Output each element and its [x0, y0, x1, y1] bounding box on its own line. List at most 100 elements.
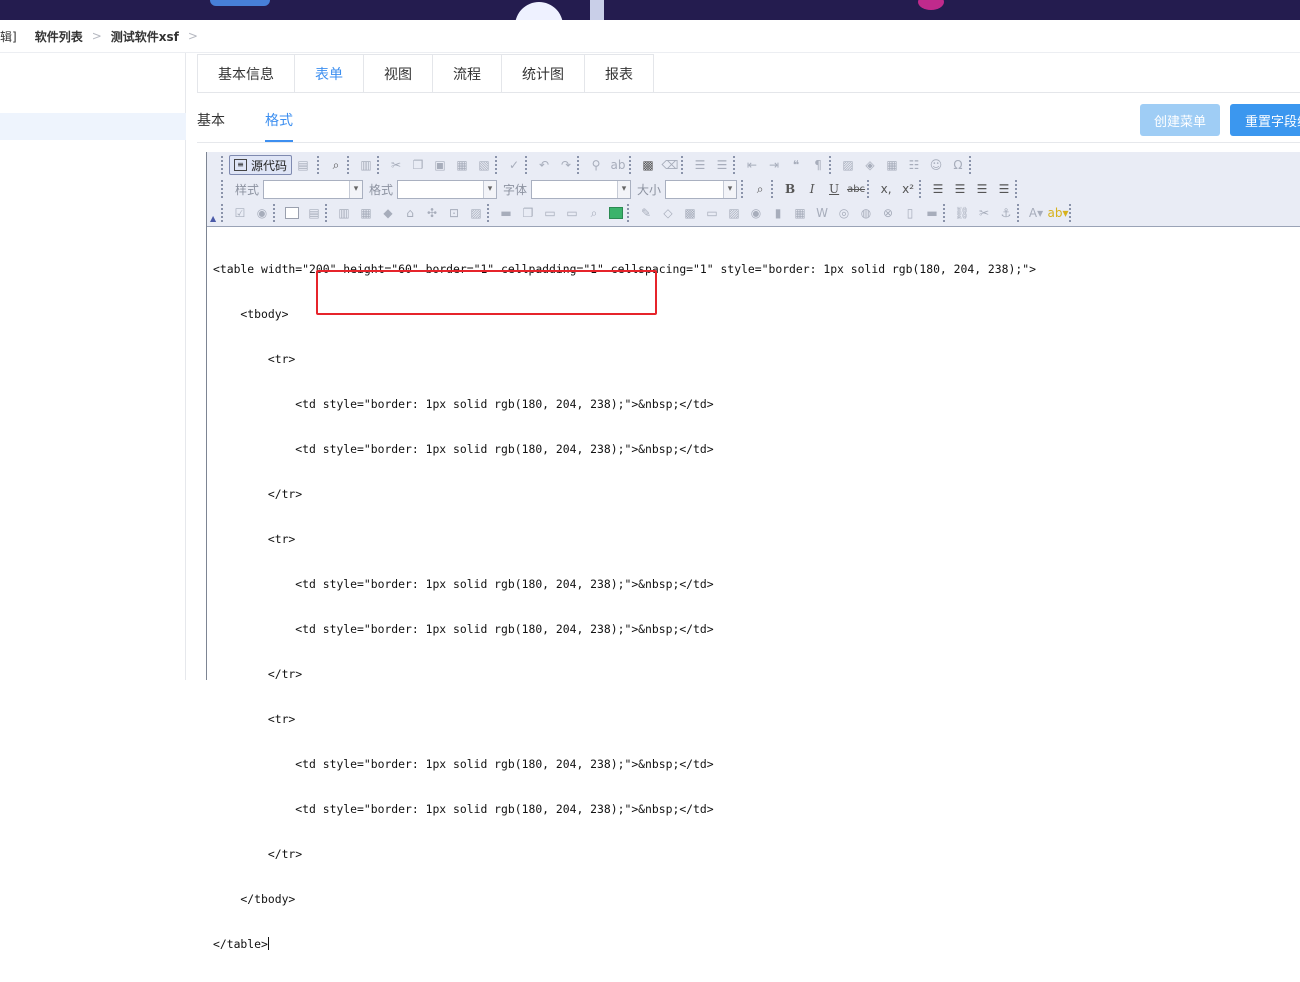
outdent-icon[interactable]: ⇤ — [741, 155, 763, 175]
source-code-label: 源代码 — [251, 158, 288, 173]
image-icon[interactable]: ▨ — [837, 155, 859, 175]
align-justify-icon[interactable]: ☰ — [993, 179, 1015, 199]
indent-icon[interactable]: ⇥ — [763, 155, 785, 175]
stop-icon[interactable]: ⊗ — [877, 203, 899, 223]
qrcode-icon[interactable]: ▦ — [789, 203, 811, 223]
collapse-toolbar-icon[interactable]: ▲ — [210, 214, 216, 223]
select-all-icon[interactable]: ▩ — [637, 155, 659, 175]
strikethrough-icon[interactable]: abc — [845, 179, 867, 199]
link-icon[interactable]: ⛓ — [951, 203, 973, 223]
hr-field-icon[interactable]: ▬ — [921, 203, 943, 223]
list-field-icon[interactable]: ▥ — [333, 203, 355, 223]
sidebar-item-active[interactable] — [0, 113, 186, 140]
superscript-icon[interactable]: x² — [897, 179, 919, 199]
align-left-icon[interactable]: ☰ — [927, 179, 949, 199]
div-container-icon[interactable]: ¶ — [807, 155, 829, 175]
bank-icon[interactable]: ⌂ — [399, 203, 421, 223]
search-field-icon[interactable]: ⌕ — [583, 203, 605, 223]
style-select[interactable]: ▾ — [263, 179, 364, 199]
checkbox-field-icon[interactable]: ☑ — [229, 203, 251, 223]
spellcheck-icon[interactable]: ✓ — [503, 155, 525, 175]
reset-fields-button[interactable]: 重置字段组 — [1230, 104, 1300, 136]
flash-icon[interactable]: ◈ — [859, 155, 881, 175]
create-menu-button[interactable]: 创建菜单 — [1140, 104, 1220, 136]
subtab-format[interactable]: 格式 — [265, 104, 293, 142]
font-select[interactable]: ▾ — [531, 179, 632, 199]
format-select[interactable]: ▾ — [397, 179, 498, 199]
tab-report[interactable]: 报表 — [584, 54, 654, 93]
find-icon[interactable]: ⚲ — [585, 155, 607, 175]
horizontal-rule-icon[interactable]: ☷ — [903, 155, 925, 175]
paste-text-icon[interactable]: ▦ — [451, 155, 473, 175]
word-icon[interactable]: W — [811, 203, 833, 223]
radio-field-icon[interactable]: ◉ — [251, 203, 273, 223]
editor-toolbar: ≡ 源代码 ▤ ⌕ ▥ ✂ ❐ ▣ ▦ ▧ ✓ ↶ ↷ ⚲ ab ▩ ⌫ ☰ ☰… — [207, 152, 1300, 227]
subscript-icon[interactable]: x, — [875, 179, 897, 199]
unlink-icon[interactable]: ✂ — [973, 203, 995, 223]
camera-icon[interactable]: ◎ — [833, 203, 855, 223]
picture-icon[interactable]: ▩ — [679, 203, 701, 223]
calendar-icon[interactable]: ▦ — [355, 203, 377, 223]
textarea-field-icon[interactable]: ▤ — [303, 203, 325, 223]
breadcrumb-partial[interactable]: 辑] — [0, 28, 17, 45]
toolbar-separator — [317, 156, 321, 174]
code-line-last: </table> — [213, 937, 1300, 952]
tab-basic-info[interactable]: 基本信息 — [197, 54, 294, 93]
source-code-button[interactable]: ≡ 源代码 — [229, 155, 293, 175]
undo-icon[interactable]: ↶ — [533, 155, 555, 175]
text-color-icon[interactable]: A▾ — [1025, 203, 1047, 223]
save-doc-icon[interactable]: ▤ — [292, 155, 314, 175]
bold-icon[interactable]: B — [779, 179, 801, 199]
grid-field-icon[interactable] — [605, 203, 627, 223]
special-char-icon[interactable]: Ω — [947, 155, 969, 175]
align-center-icon[interactable]: ☰ — [949, 179, 971, 199]
redo-icon[interactable]: ↷ — [555, 155, 577, 175]
doc-field-icon[interactable]: ▭ — [539, 203, 561, 223]
location-icon[interactable]: ◉ — [745, 203, 767, 223]
toolbar-row-2: 样式 ▾ 格式 ▾ 字体 ▾ 大小 ▾ ⌕ B I U abc x, x² ☰ … — [221, 178, 1023, 200]
anchor-icon[interactable]: ⚓ — [995, 203, 1017, 223]
image-field-icon[interactable]: ▨ — [465, 203, 487, 223]
numbered-list-icon[interactable]: ☰ — [689, 155, 711, 175]
copy-field-icon[interactable]: ❐ — [517, 203, 539, 223]
preview-icon[interactable]: ⌕ — [325, 155, 347, 175]
underline-icon[interactable]: U — [823, 179, 845, 199]
paste-word-icon[interactable]: ▧ — [473, 155, 495, 175]
number-field-icon[interactable]: ▯ — [899, 203, 921, 223]
text-field-icon[interactable] — [281, 203, 303, 223]
background-color-icon[interactable]: ab▾ — [1047, 203, 1069, 223]
bulleted-list-icon[interactable]: ☰ — [711, 155, 733, 175]
tab-flow[interactable]: 流程 — [432, 54, 501, 93]
link-field-icon[interactable]: ✣ — [421, 203, 443, 223]
blockquote-icon[interactable]: ❝ — [785, 155, 807, 175]
color-wheel-icon[interactable]: ◍ — [855, 203, 877, 223]
map-icon[interactable]: ▨ — [723, 203, 745, 223]
screen-icon[interactable]: ▭ — [701, 203, 723, 223]
paste-icon[interactable]: ▣ — [429, 155, 451, 175]
crop-icon[interactable]: ⊡ — [443, 203, 465, 223]
microphone-icon[interactable]: ▮ — [767, 203, 789, 223]
copy-icon[interactable]: ❐ — [407, 155, 429, 175]
tab-form[interactable]: 表单 — [294, 54, 363, 93]
tag-icon[interactable]: ◆ — [377, 203, 399, 223]
toolbar-separator — [1017, 204, 1021, 222]
smiley-icon[interactable]: ☺ — [925, 155, 947, 175]
pen-icon[interactable]: ✎ — [635, 203, 657, 223]
template-icon[interactable]: ▥ — [355, 155, 377, 175]
replace-icon[interactable]: ab — [607, 155, 629, 175]
subtab-basic[interactable]: 基本 — [197, 104, 225, 142]
tab-chart[interactable]: 统计图 — [501, 54, 584, 93]
show-blocks-icon[interactable]: ⌕ — [749, 179, 771, 199]
breadcrumb-software-list[interactable]: 软件列表 — [35, 28, 83, 45]
line-tool-icon[interactable]: ▬ — [495, 203, 517, 223]
layers-icon[interactable]: ◇ — [657, 203, 679, 223]
italic-icon[interactable]: I — [801, 179, 823, 199]
cut-icon[interactable]: ✂ — [385, 155, 407, 175]
breadcrumb-current-software[interactable]: 测试软件xsf — [111, 28, 179, 45]
tab-view[interactable]: 视图 — [363, 54, 432, 93]
size-select[interactable]: ▾ — [665, 179, 738, 199]
align-right-icon[interactable]: ☰ — [971, 179, 993, 199]
remove-format-icon[interactable]: ⌫ — [659, 155, 681, 175]
table-icon[interactable]: ▦ — [881, 155, 903, 175]
button-field-icon[interactable]: ▭ — [561, 203, 583, 223]
